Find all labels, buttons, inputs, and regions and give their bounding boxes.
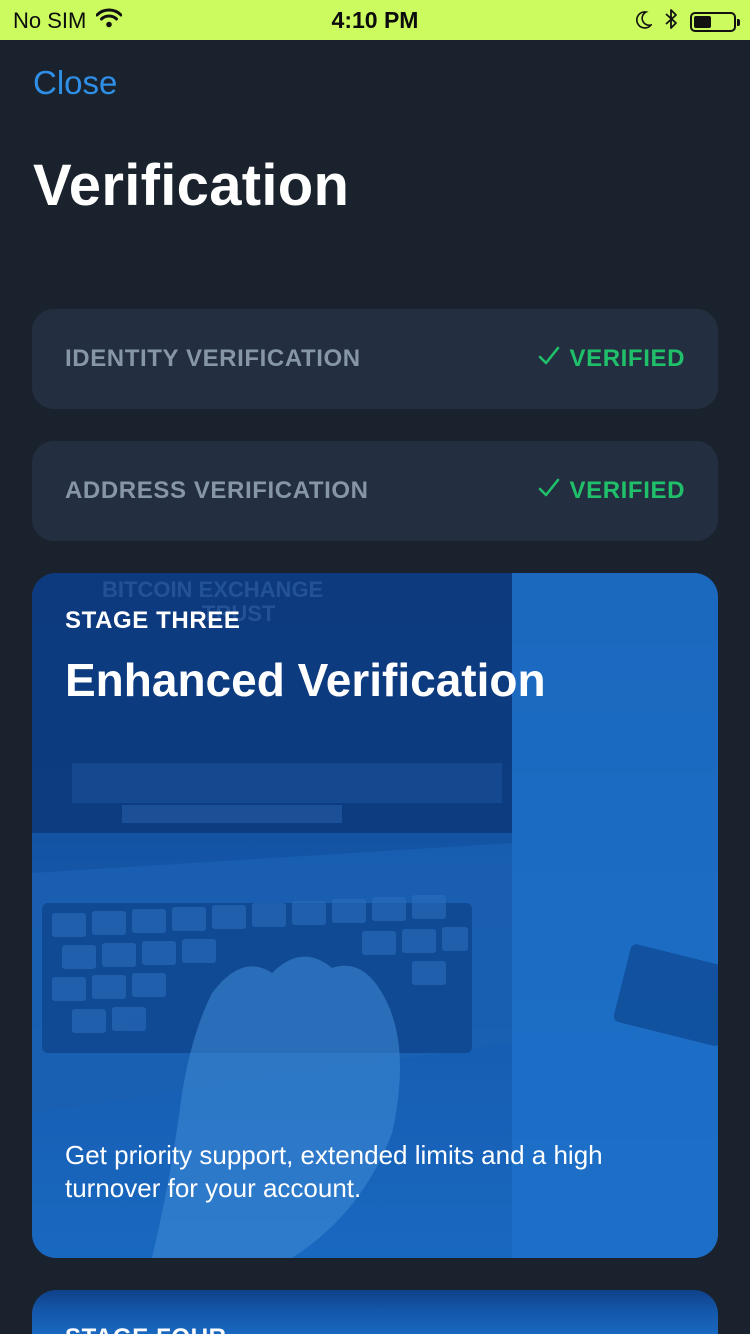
address-verification-status-text: VERIFIED (569, 477, 685, 504)
checkmark-icon (538, 345, 560, 373)
stage-three-card[interactable]: BITCOIN EXCHANGE TRUST STAGE THREE Enhan… (32, 573, 718, 1258)
address-verification-label: ADDRESS VERIFICATION (65, 477, 369, 504)
stage-three-eyebrow: STAGE THREE (65, 607, 241, 634)
bluetooth-icon (664, 8, 678, 36)
battery-icon (690, 12, 740, 32)
address-verification-row[interactable]: ADDRESS VERIFICATION VERIFIED (32, 441, 718, 541)
stage-three-title: Enhanced Verification (65, 654, 546, 706)
status-bar: No SIM 4:10 PM (0, 0, 750, 40)
checkmark-icon (538, 477, 560, 505)
background-screen-text-1: BITCOIN EXCHANGE (102, 577, 323, 602)
identity-verification-status: VERIFIED (538, 345, 685, 373)
stage-three-description: Get priority support, extended limits an… (65, 1140, 603, 1203)
address-verification-status: VERIFIED (538, 477, 685, 505)
moon-icon (636, 9, 654, 35)
stage-four-eyebrow: STAGE FOUR (65, 1324, 227, 1334)
identity-verification-label: IDENTITY VERIFICATION (65, 345, 361, 372)
identity-verification-status-text: VERIFIED (569, 345, 685, 372)
identity-verification-row[interactable]: IDENTITY VERIFICATION VERIFIED (32, 309, 718, 409)
stage-four-card[interactable]: STAGE FOUR (32, 1290, 718, 1334)
page-title: Verification (33, 153, 350, 218)
close-button[interactable]: Close (33, 64, 117, 102)
battery-level-fill (694, 16, 711, 28)
status-bar-right (636, 8, 740, 36)
